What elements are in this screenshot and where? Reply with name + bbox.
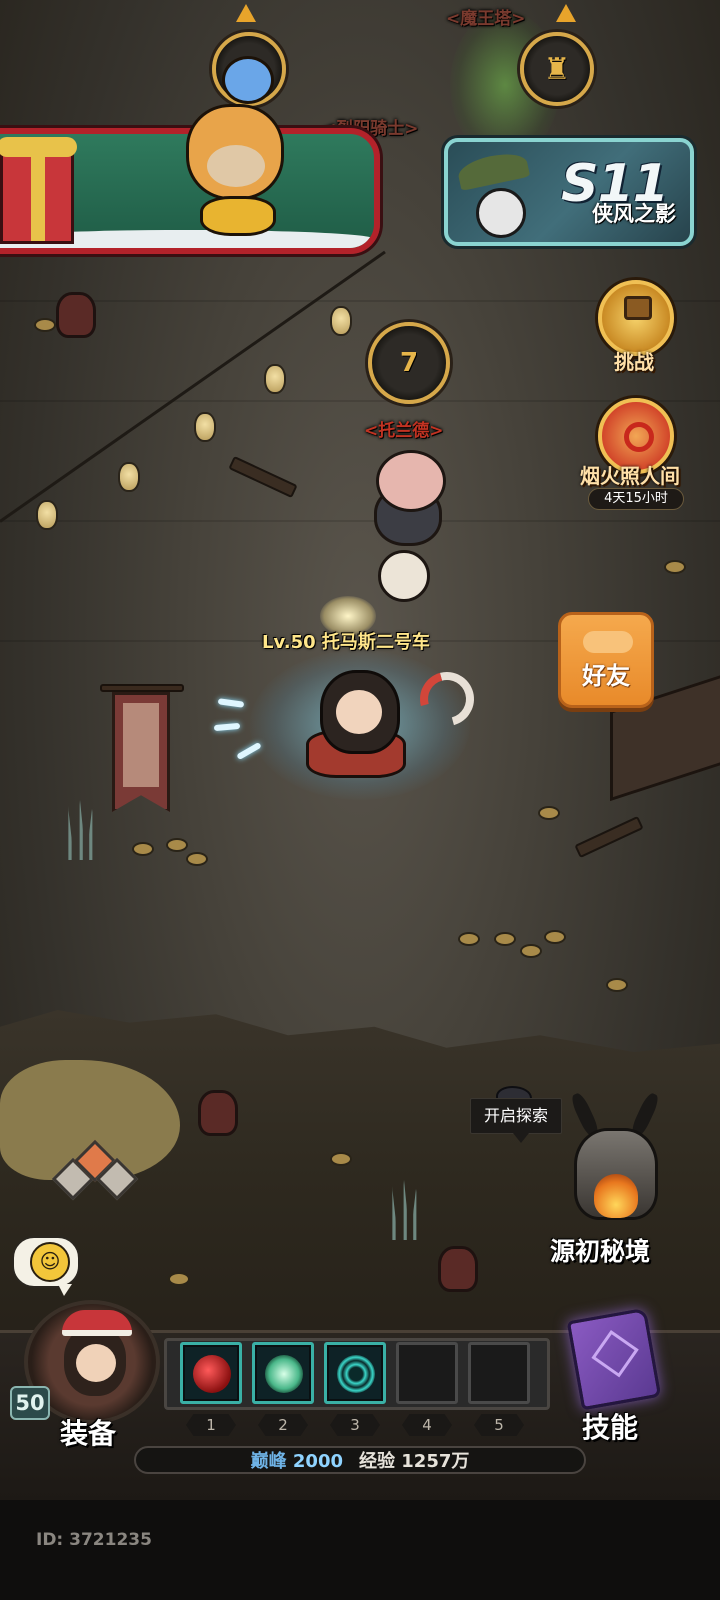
lantern [36, 500, 58, 530]
clay-jar [56, 292, 96, 338]
secret-realm-button[interactable] [560, 1091, 670, 1232]
banner-pole [100, 684, 184, 692]
skill-label[interactable]: 技能 [582, 1406, 638, 1446]
player-character-face [336, 690, 382, 734]
cyan-vortex-icon [337, 1355, 375, 1393]
bird-companion-icon [222, 56, 274, 104]
tolande-label: <托兰德> [364, 421, 444, 441]
tolande-button[interactable]: 7 [368, 322, 450, 404]
masked-hero-icon [476, 188, 526, 238]
banner [112, 692, 170, 812]
hammer-icon [624, 296, 652, 320]
up-arrow-icon [236, 4, 256, 22]
red-orb-icon [193, 1355, 231, 1393]
chinese-knot-icon [624, 422, 654, 452]
coin [606, 978, 628, 992]
exp-label: 经验 [359, 1451, 395, 1472]
lantern [194, 412, 216, 442]
fireworks-timer: 4天15小时 [588, 488, 684, 510]
demon-tower-label: <魔王塔> [446, 9, 526, 29]
explore-tooltip: 开启探索 [470, 1098, 562, 1143]
ice-shard [213, 722, 241, 732]
coin [458, 932, 480, 946]
slot-number: 4 [402, 1414, 452, 1436]
fireworks-label: 烟火照人间 [580, 464, 680, 488]
up-arrow-icon [556, 4, 576, 22]
spellbook-icon [566, 1307, 662, 1411]
coin [664, 560, 686, 574]
cloud-icon [583, 631, 633, 653]
coin [132, 842, 154, 856]
gift-box-icon[interactable] [0, 137, 77, 244]
level-badge: 50 [10, 1386, 50, 1420]
santa-hat-icon [62, 1310, 132, 1336]
coin [166, 838, 188, 852]
demon-tower-button[interactable]: ♜ [520, 32, 594, 106]
secret-realm-label: 源初秘境 [550, 1237, 651, 1266]
exp-value: 1257万 [401, 1451, 470, 1472]
coin [330, 1152, 352, 1166]
user-id: ID: 3721235 [36, 1530, 152, 1550]
bench [574, 815, 644, 859]
slot-number: 2 [258, 1414, 308, 1436]
skill-book-button[interactable] [560, 1307, 670, 1412]
coin [538, 806, 560, 820]
coin [168, 1272, 190, 1286]
smiley-icon: ☺ [30, 1242, 70, 1282]
flame-icon [594, 1174, 638, 1218]
skill-slot-3[interactable] [324, 1342, 386, 1404]
bench [228, 455, 298, 499]
card-icon: 7 [399, 348, 419, 378]
coin [544, 930, 566, 944]
lantern [118, 462, 140, 492]
grass [60, 800, 100, 860]
wall-line [0, 400, 720, 402]
coin [34, 318, 56, 332]
clay-jar [438, 1246, 478, 1292]
skill-slot-4[interactable] [396, 1342, 458, 1404]
stats-bar: 巅峰 2000 经验 1257万 [134, 1446, 586, 1474]
coin [186, 852, 208, 866]
peak-label: 巅峰 [250, 1451, 287, 1472]
coin [494, 932, 516, 946]
player-name-label: Lv.50 托马斯二号车 [262, 632, 430, 653]
slot-number: 5 [474, 1414, 524, 1436]
footer-strip [0, 1500, 720, 1600]
friends-label: 好友 [582, 662, 630, 690]
green-lotus-icon [265, 1355, 303, 1393]
peak-value: 2000 [292, 1451, 343, 1472]
challenge-button[interactable] [598, 280, 674, 356]
npc-companion[interactable] [378, 550, 430, 602]
friends-button[interactable]: 好友 [558, 612, 654, 708]
straw-hat-icon [455, 149, 531, 191]
chat-button[interactable]: ☺ [12, 1236, 80, 1296]
light-rope [0, 250, 386, 523]
slot-number: 3 [330, 1414, 380, 1436]
equip-label[interactable]: 装备 [60, 1412, 116, 1452]
tower-icon: ♜ [543, 51, 571, 87]
skill-slot-2[interactable] [252, 1342, 314, 1404]
scooter-icon [200, 196, 276, 236]
coin [520, 944, 542, 958]
npc-pig[interactable] [376, 450, 446, 512]
slot-number: 1 [186, 1414, 236, 1436]
challenge-label: 挑战 [614, 350, 654, 374]
map-icon[interactable] [51, 1139, 139, 1206]
wall-line [0, 520, 720, 522]
clay-jar [198, 1090, 238, 1136]
season-name: 侠风之影 [592, 202, 676, 226]
lantern [330, 306, 352, 336]
skill-slot-5[interactable] [468, 1342, 530, 1404]
skill-slot-1[interactable] [180, 1342, 242, 1404]
ice-shard [217, 698, 245, 708]
cat-rider-icon [186, 104, 284, 200]
season-card[interactable]: S11 侠风之影 [444, 138, 694, 246]
lantern [264, 364, 286, 394]
